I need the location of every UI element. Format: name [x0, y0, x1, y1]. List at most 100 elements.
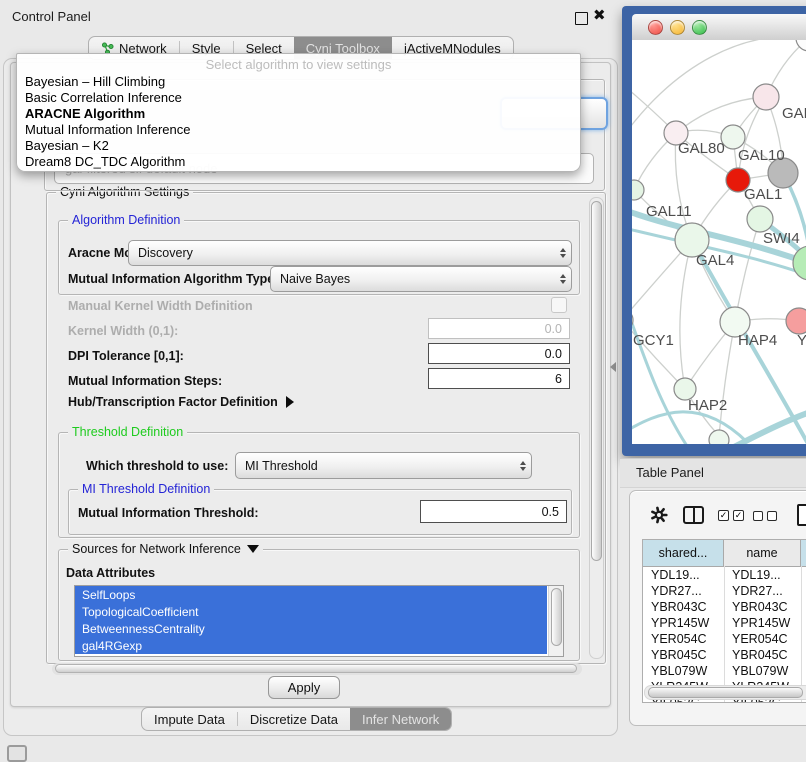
table-panel-header: Table Panel: [620, 458, 806, 488]
list-item-selfloops[interactable]: SelfLoops: [75, 586, 547, 603]
settings-vertical-scrollbar[interactable]: [589, 197, 604, 659]
settings-horizontal-scrollbar[interactable]: [52, 663, 582, 675]
node-label: GAL: [782, 105, 806, 122]
mi-algorithm-type-value: Naive Bayes: [280, 267, 350, 291]
mi-threshold-label: Mutual Information Threshold:: [78, 506, 259, 520]
mi-steps-field[interactable]: 6: [428, 368, 570, 389]
cell: YDR27...: [643, 584, 724, 598]
node-label: HAP2: [688, 397, 727, 414]
node-swi4[interactable]: [747, 206, 773, 232]
new-table-icon[interactable]: [797, 504, 806, 526]
table-row[interactable]: YBR043C YBR043C: [643, 599, 806, 615]
node-label: GAL4: [696, 252, 734, 269]
expander-arrow-icon: [286, 396, 294, 408]
mi-algorithm-type-combobox[interactable]: Naive Bayes: [270, 266, 572, 292]
deselect-all-checks-icon[interactable]: [753, 511, 777, 521]
popup-item-dream8[interactable]: Dream8 DC_TDC Algorithm: [25, 154, 185, 169]
split-panel-icon[interactable]: [683, 506, 704, 524]
manual-kernel-width-label: Manual Kernel Width Definition: [68, 299, 253, 313]
table-panel-title: Table Panel: [636, 465, 704, 480]
manual-kernel-width-checkbox[interactable]: [551, 297, 567, 313]
select-all-checks-icon[interactable]: ✓ ✓: [718, 510, 744, 521]
popup-item-basic-correlation[interactable]: Basic Correlation Inference: [25, 90, 182, 105]
stepper-arrows: [560, 241, 566, 265]
table-rows: YDL19... YDL19... 13 YDR27... YDR27... 1…: [643, 567, 806, 703]
gear-icon[interactable]: [649, 505, 669, 525]
popup-item-bayesian-k2[interactable]: Bayesian – K2: [25, 138, 109, 153]
table-row[interactable]: YPR145W YPR145W 9.: [643, 615, 806, 631]
dpi-tolerance-field[interactable]: 0.0: [428, 343, 570, 364]
tab-impute-data[interactable]: Impute Data: [142, 708, 237, 730]
node-gal-pink[interactable]: [753, 84, 779, 110]
node-salmon[interactable]: [786, 308, 806, 334]
close-window-button[interactable]: [648, 20, 663, 35]
network-view-window[interactable]: GAL GAL80 GAL10 GAL1 GAL11 SWI4 GAL4 GCY…: [622, 6, 806, 456]
tab-infer-network[interactable]: Infer Network: [350, 708, 451, 730]
node[interactable]: [709, 430, 729, 444]
column-header-shared-name[interactable]: shared...: [643, 540, 724, 566]
column-header-cut[interactable]: [801, 540, 806, 566]
table-row[interactable]: YER054C YER054C 8.: [643, 631, 806, 647]
stepper-arrows: [520, 453, 526, 478]
list-vertical-scrollbar[interactable]: [548, 586, 563, 656]
divider-collapse-handle[interactable]: [610, 362, 616, 372]
minimize-window-button[interactable]: [670, 20, 685, 35]
list-item-topologicalcoefficient[interactable]: TopologicalCoefficient: [75, 603, 547, 620]
network-canvas[interactable]: GAL GAL80 GAL10 GAL1 GAL11 SWI4 GAL4 GCY…: [632, 40, 806, 444]
zoom-window-button[interactable]: [692, 20, 707, 35]
hub-definition-expander[interactable]: Hub/Transcription Factor Definition: [68, 395, 294, 409]
sources-title-label: Sources for Network Inference: [72, 542, 241, 556]
list-scrollbar-thumb[interactable]: [551, 588, 562, 646]
popup-item-mutual-information[interactable]: Mutual Information Inference: [25, 122, 190, 137]
popup-item-aracne[interactable]: ARACNE Algorithm: [25, 106, 145, 121]
table-window: ✓ ✓ shared... name YDL19...: [629, 490, 806, 726]
cell: YPR145W: [643, 616, 724, 630]
aracne-mode-combobox[interactable]: Discovery: [128, 240, 572, 266]
column-header-name[interactable]: name: [724, 540, 801, 566]
table-horizontal-scrollbar[interactable]: [644, 685, 806, 700]
table-toolbar: ✓ ✓: [630, 499, 806, 533]
mi-algorithm-type-label: Mutual Information Algorithm Type:: [68, 272, 278, 286]
cell: YER054C: [724, 632, 801, 646]
settings-scrollbar-thumb[interactable]: [591, 201, 602, 561]
kernel-width-label: Kernel Width (0,1):: [68, 324, 178, 338]
table-scrollbar-thumb[interactable]: [648, 687, 803, 698]
float-window-button[interactable]: [575, 12, 588, 25]
cell: 12: [801, 584, 806, 598]
which-threshold-label: Which threshold to use:: [86, 459, 228, 473]
dock-widget-icon[interactable]: [7, 745, 27, 762]
table-row[interactable]: YDL19... YDL19... 13: [643, 567, 806, 583]
network-window-titlebar[interactable]: [632, 14, 806, 41]
control-panel-title: Control Panel: [12, 9, 91, 24]
app-screen: Control Panel ✖ Network Style Select: [0, 0, 806, 762]
table-row[interactable]: YBR045C YBR045C 9.: [643, 647, 806, 663]
popup-item-bayesian-hill-climbing[interactable]: Bayesian – Hill Climbing: [25, 74, 165, 89]
table-row[interactable]: YBL079W YBL079W: [643, 663, 806, 679]
which-threshold-combobox[interactable]: MI Threshold: [235, 452, 532, 479]
bottom-tabbar: Impute Data Discretize Data Infer Networ…: [141, 707, 452, 731]
node-green-large[interactable]: [793, 246, 806, 280]
tab-discretize-data[interactable]: Discretize Data: [238, 708, 350, 730]
cell: YDR27...: [724, 584, 801, 598]
horizontal-scrollbar-thumb[interactable]: [55, 664, 577, 673]
node-label: HAP4: [738, 332, 777, 349]
cell: YER054C: [643, 632, 724, 646]
table-bottom-border: [642, 702, 806, 703]
node-gal11[interactable]: [632, 180, 644, 200]
cell: 9.: [801, 616, 806, 630]
close-panel-button[interactable]: ✖: [593, 6, 606, 24]
list-item-gal4rgexp[interactable]: gal4RGexp: [75, 637, 547, 654]
table-header-row: shared... name: [643, 540, 806, 567]
aracne-mode-value: Discovery: [138, 241, 193, 265]
mi-threshold-field[interactable]: 0.5: [420, 500, 567, 523]
hub-definition-label: Hub/Transcription Factor Definition: [68, 395, 278, 409]
apply-button[interactable]: Apply: [268, 676, 340, 699]
algorithm-definition-title: Algorithm Definition: [68, 213, 184, 227]
table-row[interactable]: YDR27... YDR27... 12: [643, 583, 806, 599]
node-label: GAL80: [678, 140, 725, 157]
kernel-width-field[interactable]: 0.0: [428, 318, 570, 339]
sources-group-title[interactable]: Sources for Network Inference: [68, 542, 263, 556]
cell: YBL079W: [643, 664, 724, 678]
tab-discretize-data-label: Discretize Data: [250, 712, 338, 727]
list-item-betweennesscentrality[interactable]: BetweennessCentrality: [75, 620, 547, 637]
